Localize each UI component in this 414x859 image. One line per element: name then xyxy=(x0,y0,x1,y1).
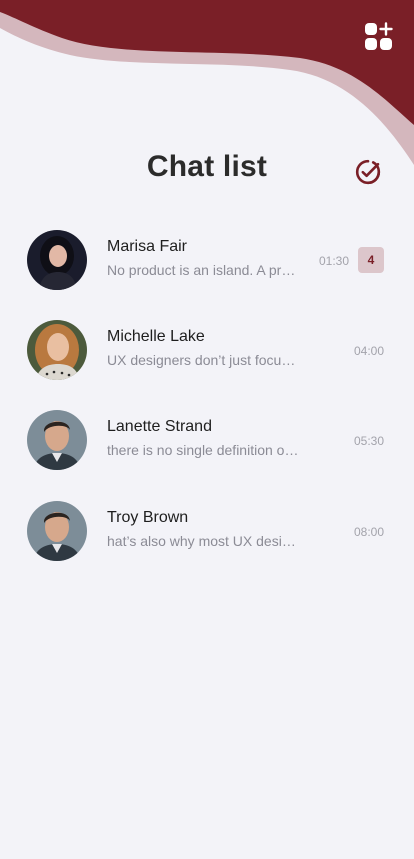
message-preview: hat’s also why most UX designers work cl… xyxy=(107,533,302,549)
chat-item[interactable]: Troy Brown hat’s also why most UX design… xyxy=(0,491,414,571)
contact-name: Marisa Fair xyxy=(107,238,188,255)
unread-badge: 4 xyxy=(358,247,384,273)
apps-plus-button[interactable] xyxy=(364,22,394,52)
avatar-photo xyxy=(27,230,87,290)
apps-plus-icon xyxy=(365,22,393,50)
chat-item[interactable]: Marisa Fair No product is an island. A p… xyxy=(0,220,414,300)
avatar-photo xyxy=(27,501,87,561)
message-time: 04:00 xyxy=(353,344,384,358)
contact-name: Lanette Strand xyxy=(107,418,212,435)
check-circle-icon xyxy=(355,159,381,185)
message-time: 05:30 xyxy=(353,434,384,448)
message-time: 01:30 xyxy=(318,254,349,268)
contact-name: Michelle Lake xyxy=(107,328,205,345)
avatar xyxy=(27,320,87,380)
avatar xyxy=(27,230,87,290)
avatar xyxy=(27,501,87,561)
avatar-photo xyxy=(27,320,87,380)
chat-item[interactable]: Lanette Strand there is no single defini… xyxy=(0,400,414,480)
chat-item[interactable]: Michelle Lake UX designers don’t just fo… xyxy=(0,310,414,390)
message-preview: UX designers don’t just focus on creatin… xyxy=(107,352,302,368)
message-time: 08:00 xyxy=(353,525,384,539)
contact-name: Troy Brown xyxy=(107,509,189,526)
mark-all-read-button[interactable] xyxy=(355,159,381,185)
header-wave-decoration xyxy=(0,0,414,165)
avatar xyxy=(27,410,87,470)
page-title: Chat list xyxy=(146,150,268,183)
message-preview: No product is an island. A product is mo… xyxy=(107,262,302,278)
message-preview: there is no single definition of a good … xyxy=(107,442,302,458)
avatar-photo xyxy=(27,410,87,470)
